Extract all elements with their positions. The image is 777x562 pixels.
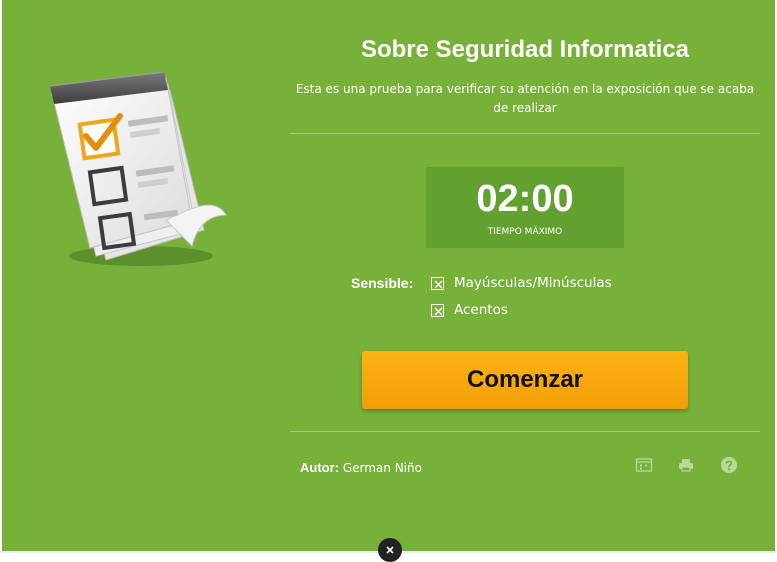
close-button[interactable]	[378, 538, 402, 562]
subtitle-line-2: de realizar	[493, 101, 557, 115]
case-sensitive-option[interactable]: Mayúsculas/Minúsculas	[431, 274, 612, 292]
accents-checkbox[interactable]	[431, 303, 444, 317]
header-divider	[290, 133, 760, 134]
start-button[interactable]: Comenzar	[362, 351, 688, 409]
quiz-title: Sobre Seguridad Informatica	[360, 36, 690, 63]
help-icon[interactable]	[720, 456, 738, 474]
checked-x-icon	[434, 307, 443, 315]
author-label: Autor:	[300, 460, 339, 475]
fullscreen-icon[interactable]	[635, 456, 653, 474]
footer-divider	[290, 431, 760, 432]
accents-label: Acentos	[454, 302, 508, 318]
author-info: Autor: German Niño	[300, 460, 422, 475]
timer-label: TIEMPO MÁXIMO	[487, 227, 563, 237]
checklist-notepad-icon	[49, 71, 227, 266]
subtitle-line-1: Esta es una prueba para verificar su ate…	[295, 82, 755, 96]
case-sensitive-label: Mayúsculas/Minúsculas	[454, 275, 612, 291]
author-name: German Niño	[342, 461, 422, 475]
checked-x-icon	[434, 280, 443, 288]
timer-box: 02:00 TIEMPO MÁXIMO	[426, 167, 624, 248]
close-icon	[386, 546, 394, 554]
sensitivity-label: Sensible:	[351, 275, 414, 291]
start-button-label: Comenzar	[466, 366, 584, 393]
print-icon[interactable]	[677, 456, 695, 474]
accents-option[interactable]: Acentos	[431, 301, 508, 319]
timer-value: 02:00	[476, 178, 574, 220]
quiz-subtitle: Esta es una prueba para verificar su ate…	[290, 80, 760, 118]
case-sensitive-checkbox[interactable]	[431, 276, 444, 290]
